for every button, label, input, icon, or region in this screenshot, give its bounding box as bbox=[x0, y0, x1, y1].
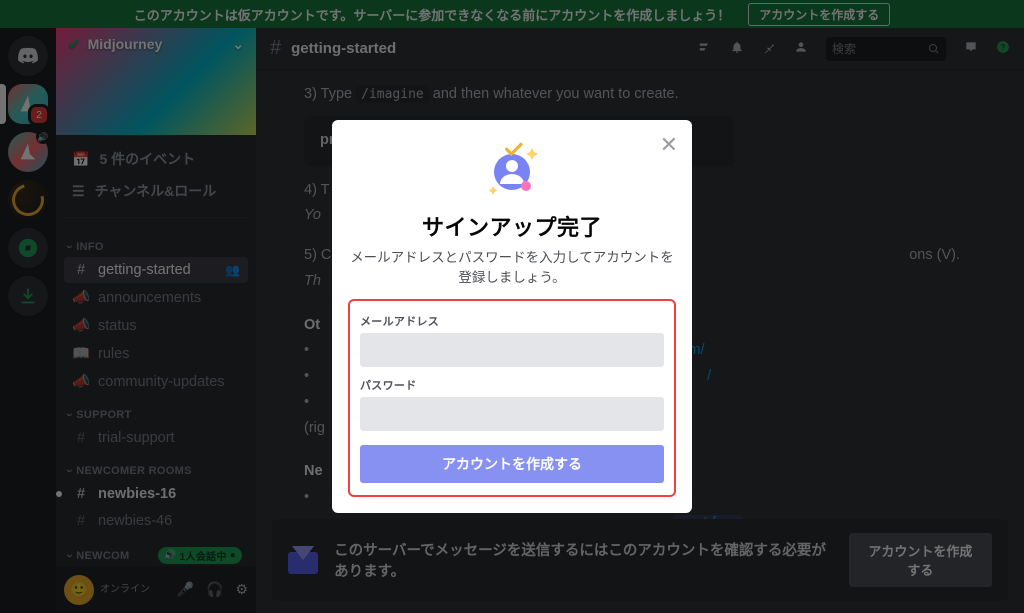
signup-form: メールアドレス パスワード アカウントを作成する bbox=[348, 299, 676, 497]
avatar-illustration bbox=[348, 142, 676, 202]
password-field[interactable] bbox=[360, 397, 664, 431]
close-button[interactable]: ✕ bbox=[660, 132, 678, 158]
email-label: メールアドレス bbox=[360, 313, 664, 329]
password-label: パスワード bbox=[360, 377, 664, 393]
modal-backdrop[interactable]: ✕ サインアップ完了 メールアドレスとパスワードを入力してアカウントを登録しまし… bbox=[0, 0, 1024, 613]
email-field[interactable] bbox=[360, 333, 664, 367]
create-account-button[interactable]: アカウントを作成する bbox=[360, 445, 664, 483]
close-icon: ✕ bbox=[660, 132, 678, 157]
signup-complete-modal: ✕ サインアップ完了 メールアドレスとパスワードを入力してアカウントを登録しまし… bbox=[332, 120, 692, 513]
modal-subtitle: メールアドレスとパスワードを入力してアカウントを登録しましょう。 bbox=[348, 248, 676, 289]
modal-title: サインアップ完了 bbox=[348, 210, 676, 242]
